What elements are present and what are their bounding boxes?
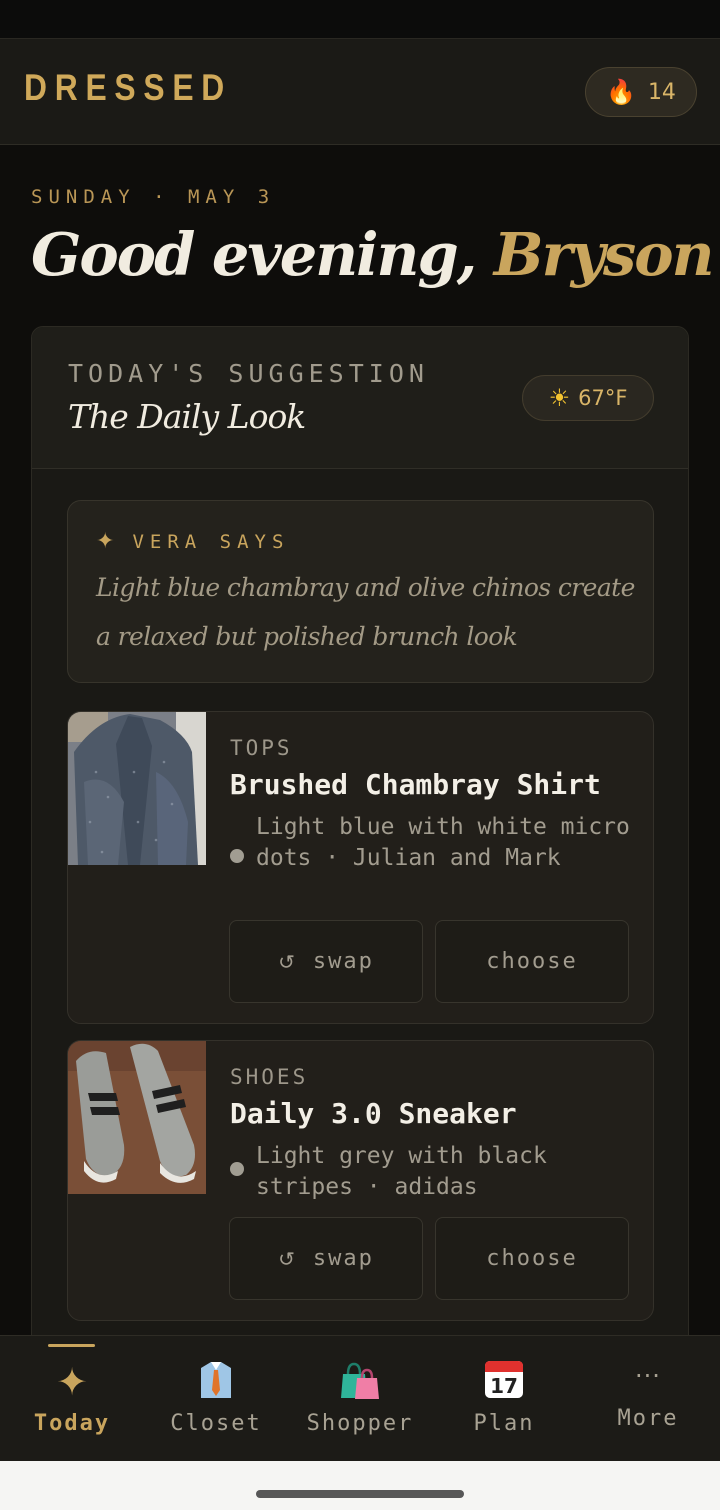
suggestion-title: The Daily Look [68,397,306,436]
tab-label: Closet [170,1411,262,1436]
sun-icon: ☀ [548,384,571,412]
item-photo-sneaker [68,1041,206,1194]
item-description: Light grey with black stripes · adidas [256,1143,547,1200]
status-bar [0,0,720,38]
system-gesture-area [0,1461,720,1510]
brand-logo: DRESSED [24,67,233,108]
tab-plan[interactable]: 17 Plan [432,1336,576,1462]
vera-note: ✦ VERA SAYS Light blue chambray and oliv… [67,500,654,683]
home-gesture-bar[interactable] [256,1490,464,1498]
top-app-bar: DRESSED 🔥 14 [0,38,720,145]
tab-closet[interactable]: Closet [144,1336,288,1462]
item-color-dot [230,1162,244,1176]
bottom-navigation: ✦ Today Closet Shopper 17 Plan ··· More [0,1335,720,1461]
choose-button[interactable]: choose [435,1217,629,1300]
flame-icon: 🔥 [606,78,636,106]
daily-look-card: TODAY'S SUGGESTION The Daily Look ☀ 67°F… [31,326,689,1346]
suggestion-eyebrow: TODAY'S SUGGESTION [68,359,429,388]
outfit-item-top: TOPS Brushed Chambray Shirt Light blue w… [67,711,654,1024]
tab-shopper[interactable]: Shopper [288,1336,432,1462]
tab-label: Today [33,1411,111,1436]
swap-label: swap [312,949,374,974]
shopping-bags-icon [288,1358,432,1404]
refresh-icon: ↺ [278,1246,297,1271]
vera-label: VERA SAYS [132,530,290,553]
calendar-icon: 17 [432,1358,576,1404]
shirt-tie-icon [144,1358,288,1404]
card-header: TODAY'S SUGGESTION The Daily Look ☀ 67°F [32,327,688,469]
sparkle-icon: ✦ [56,1360,88,1404]
item-description: Light blue with white micro dots · Julia… [256,814,630,871]
tab-today[interactable]: ✦ Today [0,1336,144,1462]
weather-temperature: 67°F [578,386,628,410]
swap-button[interactable]: ↺ swap [229,920,423,1003]
vera-quote: Light blue chambray and olive chinos cre… [96,573,635,651]
tab-more[interactable]: ··· More [576,1336,720,1462]
vera-header: ✦ VERA SAYS [96,529,289,554]
item-color-dot [230,849,244,863]
greeting-salutation: Good evening, [31,220,477,289]
swap-label: swap [312,1246,374,1271]
item-photo-shirt [68,712,206,865]
tab-label: Plan [473,1411,535,1436]
tab-label: Shopper [306,1411,414,1436]
streak-badge[interactable]: 🔥 14 [585,67,697,117]
weather-badge: ☀ 67°F [522,375,654,421]
greeting-heading: Good evening, Bryson [31,220,715,289]
item-category: TOPS [230,736,293,760]
item-name: Brushed Chambray Shirt [230,768,601,801]
swap-button[interactable]: ↺ swap [229,1217,423,1300]
refresh-icon: ↺ [278,949,297,974]
ellipsis-icon: ··· [635,1362,661,1390]
item-category: SHOES [230,1065,309,1089]
streak-count: 14 [647,79,676,105]
item-name: Daily 3.0 Sneaker [230,1097,517,1130]
date-label: SUNDAY · MAY 3 [31,186,276,208]
user-name: Bryson [493,220,715,289]
choose-button[interactable]: choose [435,920,629,1003]
svg-text:17: 17 [490,1374,518,1398]
outfit-item-shoes: SHOES Daily 3.0 Sneaker Light grey with … [67,1040,654,1321]
active-tab-indicator [48,1344,95,1347]
tab-label: More [617,1406,679,1431]
sparkle-icon: ✦ [96,529,115,554]
